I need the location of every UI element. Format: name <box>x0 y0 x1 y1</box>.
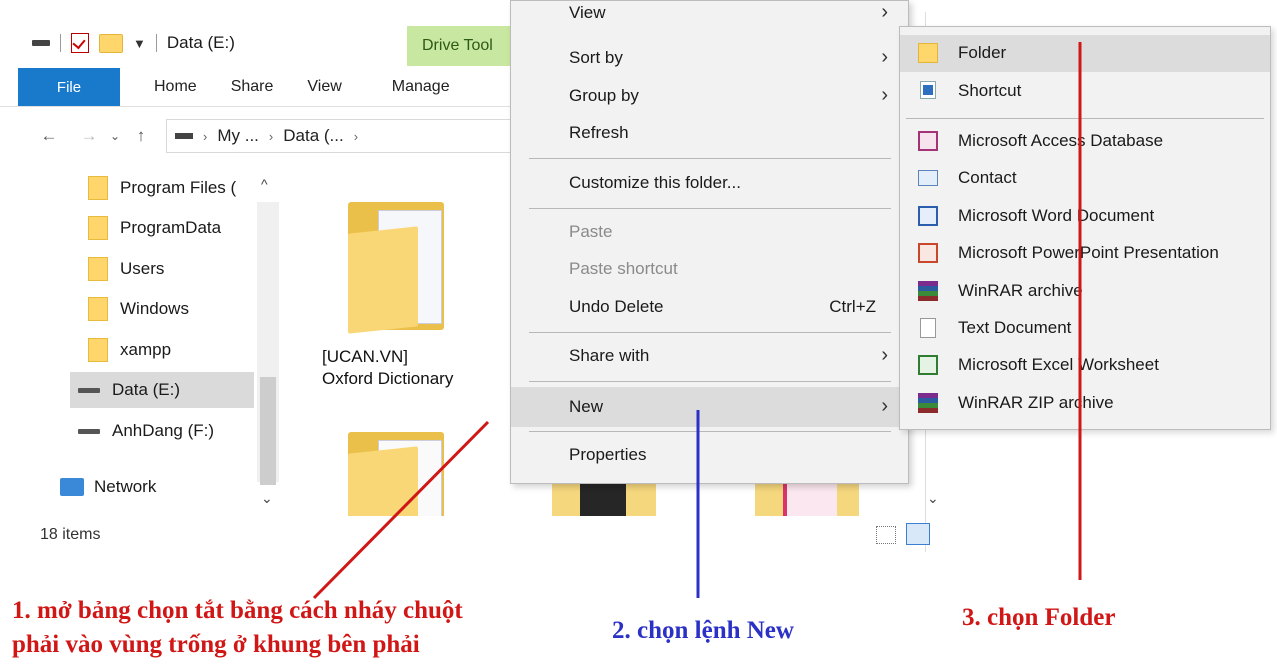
annotation-step1-line: 1. mở bảng chọn tắt bằng cách nháy chuột <box>12 597 463 624</box>
annotation-step2: 2. chọn lệnh New <box>612 617 794 644</box>
annotation-lines <box>312 42 1082 600</box>
annotation-step1: 1. mở bảng chọn tắt bằng cách nháy chuột… <box>12 594 463 662</box>
annotation-step1-line: phải vào vùng trống ở khung bên phải <box>12 631 420 658</box>
annotation-step3: 3. chọn Folder <box>962 604 1116 631</box>
annotation-line-step1 <box>312 420 490 600</box>
